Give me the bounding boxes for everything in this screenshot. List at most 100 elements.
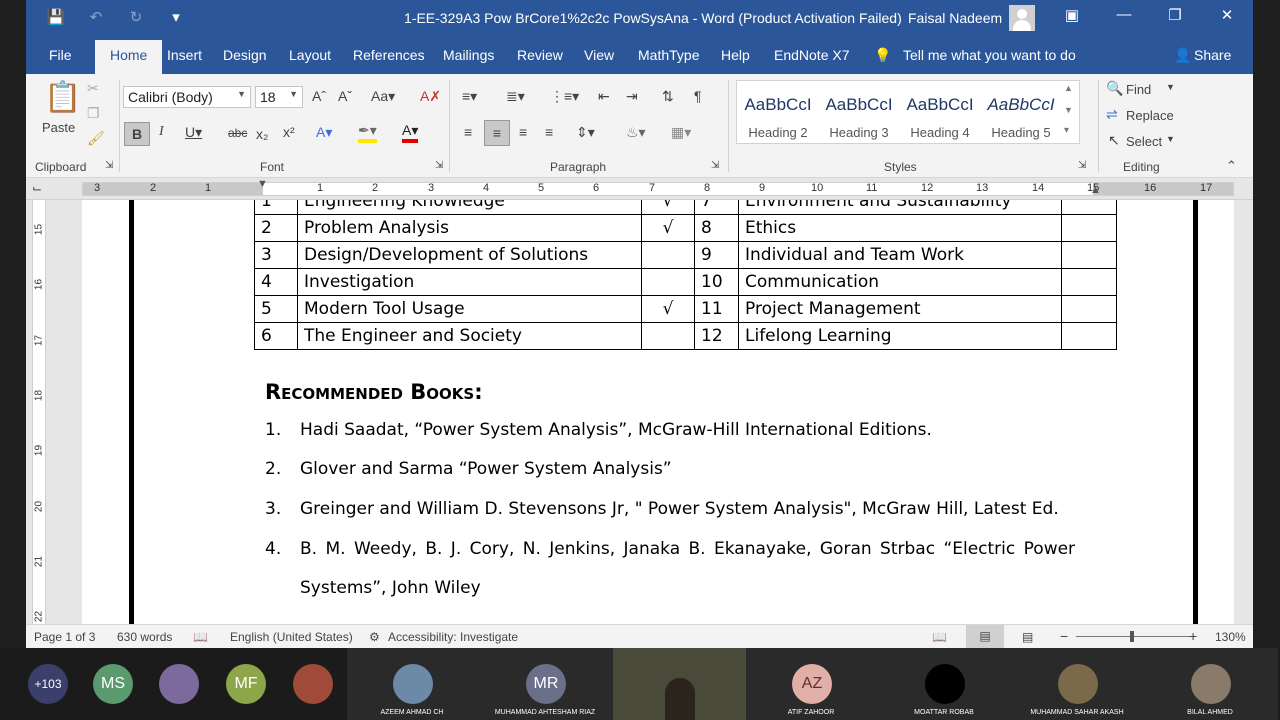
tab-home[interactable]: Home bbox=[95, 40, 163, 74]
shading-icon[interactable]: ♨▾ bbox=[626, 124, 646, 141]
participant-tile[interactable]: AZEEM AHMAD CH bbox=[347, 648, 480, 720]
web-layout-icon[interactable]: ▤ bbox=[1022, 630, 1033, 644]
horizontal-ruler[interactable]: ⌙ 3 2 1 1 2 3 4 5 6 7 8 9 10 11 12 13 14… bbox=[26, 178, 1253, 200]
word-count[interactable]: 630 words bbox=[117, 630, 172, 644]
zoom-in-icon[interactable]: + bbox=[1189, 628, 1197, 644]
tab-review[interactable]: Review bbox=[517, 47, 563, 63]
style-heading-4[interactable]: AaBbCcI Heading 4 bbox=[900, 81, 980, 143]
page-count[interactable]: Page 1 of 3 bbox=[34, 630, 95, 644]
align-center-icon[interactable]: ≡ bbox=[484, 120, 510, 146]
subscript-button[interactable]: x₂ bbox=[256, 126, 268, 142]
tell-me-search[interactable]: Tell me what you want to do bbox=[903, 47, 1076, 63]
vertical-ruler[interactable]: 15 16 17 18 19 20 21 22 bbox=[26, 200, 50, 624]
participant-tile[interactable]: MR MUHAMMAD AHTESHAM RIAZ bbox=[480, 648, 613, 720]
find-icon[interactable]: 🔍 bbox=[1106, 80, 1123, 97]
font-name-combo[interactable]: Calibri (Body) ▼ bbox=[123, 86, 251, 108]
styles-scroll-down-icon[interactable]: ▼ bbox=[1064, 105, 1073, 115]
grow-font-icon[interactable]: Aˆ bbox=[312, 88, 326, 104]
tab-file[interactable]: File bbox=[49, 47, 72, 63]
italic-button[interactable]: I bbox=[159, 124, 164, 140]
minimize-icon[interactable]: — bbox=[1112, 6, 1136, 23]
find-button[interactable]: Find bbox=[1126, 82, 1151, 97]
participant-tile[interactable]: MOATTAR ROBAB bbox=[879, 648, 1012, 720]
cut-icon[interactable]: ✂ bbox=[87, 80, 99, 97]
sort-icon[interactable]: ⇅ bbox=[662, 88, 674, 105]
select-button[interactable]: Select bbox=[1126, 134, 1162, 149]
zoom-level[interactable]: 130% bbox=[1215, 630, 1246, 644]
tab-mathtype[interactable]: MathType bbox=[638, 47, 699, 63]
document-page[interactable]: 1 Engineering Knowledge √ 7 Environment … bbox=[82, 200, 1234, 624]
zoom-out-icon[interactable]: − bbox=[1060, 628, 1068, 644]
right-indent-marker-icon[interactable]: ▲ bbox=[1090, 184, 1101, 196]
bullets-icon[interactable]: ≡▾ bbox=[462, 88, 477, 105]
customize-qat-icon[interactable]: ▾ bbox=[166, 8, 186, 26]
styles-more-icon[interactable]: ▾ bbox=[1064, 125, 1069, 136]
zoom-slider-thumb[interactable] bbox=[1130, 631, 1134, 642]
accessibility-status[interactable]: Accessibility: Investigate bbox=[388, 630, 518, 644]
replace-icon[interactable]: ⇌ bbox=[1106, 106, 1118, 123]
decrease-indent-icon[interactable]: ⇤ bbox=[598, 88, 610, 105]
document-area[interactable]: 15 16 17 18 19 20 21 22 1 Engineering Kn… bbox=[26, 200, 1253, 624]
tab-references[interactable]: References bbox=[353, 47, 425, 63]
strikethrough-button[interactable]: abc bbox=[228, 126, 247, 140]
styles-launcher-icon[interactable]: ⇲ bbox=[1078, 160, 1086, 171]
user-name[interactable]: Faisal Nadeem bbox=[908, 10, 1002, 26]
participant-tile[interactable]: MS bbox=[90, 648, 150, 720]
numbering-icon[interactable]: ≣▾ bbox=[506, 88, 525, 105]
tab-selector-icon[interactable]: ⌙ bbox=[32, 181, 42, 195]
accessibility-icon[interactable]: ⚙ bbox=[369, 630, 380, 644]
underline-button[interactable]: U▾ bbox=[185, 124, 202, 141]
show-formatting-marks-icon[interactable]: ¶ bbox=[694, 88, 702, 104]
justify-icon[interactable]: ≡ bbox=[545, 124, 553, 140]
proofing-icon[interactable]: 📖 bbox=[193, 630, 208, 644]
multilevel-list-icon[interactable]: ⋮≡▾ bbox=[550, 88, 579, 105]
tab-endnote[interactable]: EndNote X7 bbox=[774, 47, 850, 63]
copy-icon[interactable]: ❐ bbox=[87, 105, 100, 122]
zoom-slider[interactable] bbox=[1076, 636, 1196, 637]
font-launcher-icon[interactable]: ⇲ bbox=[435, 160, 443, 171]
chevron-down-icon[interactable]: ▼ bbox=[1166, 134, 1175, 144]
close-icon[interactable]: ✕ bbox=[1215, 6, 1239, 24]
style-heading-3[interactable]: AaBbCcI Heading 3 bbox=[819, 81, 899, 143]
tab-insert[interactable]: Insert bbox=[167, 47, 202, 63]
user-avatar[interactable] bbox=[1009, 5, 1035, 31]
tab-design[interactable]: Design bbox=[223, 47, 267, 63]
tab-help[interactable]: Help bbox=[721, 47, 750, 63]
increase-indent-icon[interactable]: ⇥ bbox=[626, 88, 638, 105]
read-mode-icon[interactable]: 📖 bbox=[932, 630, 947, 644]
font-color-icon[interactable]: A▾ bbox=[402, 122, 419, 143]
participant-tile[interactable] bbox=[156, 648, 216, 720]
indent-marker-icon[interactable]: ▼ bbox=[257, 178, 268, 190]
clear-formatting-icon[interactable]: A✗ bbox=[420, 88, 441, 105]
borders-icon[interactable]: ▦▾ bbox=[671, 124, 691, 141]
participant-tile[interactable] bbox=[290, 648, 350, 720]
save-icon[interactable]: 💾 bbox=[46, 8, 66, 26]
bold-button[interactable]: B bbox=[124, 122, 150, 146]
share-button[interactable]: Share bbox=[1194, 47, 1231, 63]
replace-button[interactable]: Replace bbox=[1126, 108, 1174, 123]
participant-tile[interactable]: AZ ATIF ZAHOOR bbox=[746, 648, 879, 720]
paste-button[interactable]: Paste bbox=[42, 120, 75, 135]
styles-scroll-up-icon[interactable]: ▲ bbox=[1064, 83, 1073, 93]
participant-video-tile[interactable] bbox=[613, 648, 746, 720]
language[interactable]: English (United States) bbox=[230, 630, 353, 644]
undo-icon[interactable]: ↶ bbox=[86, 8, 106, 26]
redo-icon[interactable]: ↻ bbox=[126, 8, 146, 26]
line-spacing-icon[interactable]: ⇕▾ bbox=[576, 124, 595, 141]
align-left-icon[interactable]: ≡ bbox=[464, 124, 472, 140]
print-layout-icon[interactable]: ▤ bbox=[966, 625, 1004, 648]
change-case-icon[interactable]: Aa▾ bbox=[371, 88, 395, 105]
text-effects-icon[interactable]: A▾ bbox=[316, 124, 332, 141]
tab-view[interactable]: View bbox=[584, 47, 614, 63]
restore-icon[interactable]: ❐ bbox=[1163, 6, 1187, 24]
collapse-ribbon-icon[interactable]: ⌃ bbox=[1226, 158, 1237, 174]
format-painter-icon[interactable]: 🖌 bbox=[87, 130, 105, 147]
share-icon[interactable]: 👤 bbox=[1174, 47, 1191, 64]
participant-tile[interactable]: MUHAMMAD SAHAR AKASH bbox=[1012, 648, 1145, 720]
ribbon-display-options-icon[interactable]: ▣ bbox=[1060, 6, 1084, 24]
superscript-button[interactable]: x² bbox=[283, 124, 295, 140]
paragraph-launcher-icon[interactable]: ⇲ bbox=[711, 160, 719, 171]
paste-icon[interactable]: 📋 bbox=[44, 80, 81, 115]
participant-overflow[interactable]: +103 bbox=[26, 648, 96, 720]
shrink-font-icon[interactable]: Aˇ bbox=[338, 88, 352, 104]
